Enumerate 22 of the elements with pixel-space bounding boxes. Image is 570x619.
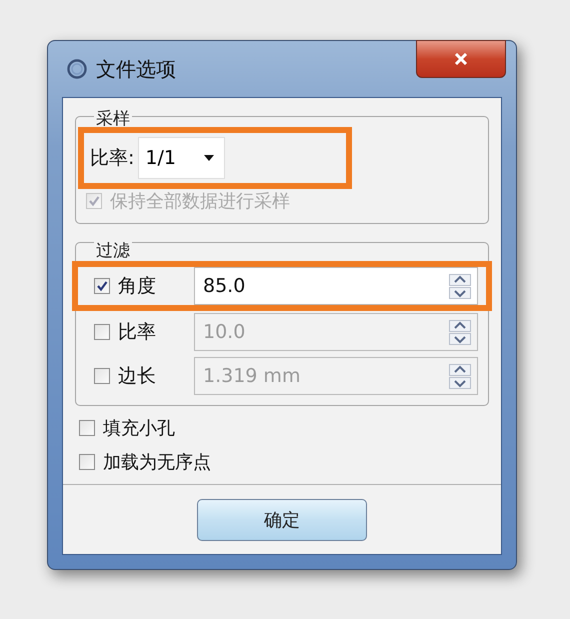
check-icon — [88, 195, 100, 207]
field-label: 比率: — [90, 146, 134, 171]
ring-icon — [66, 58, 88, 80]
group-title: 采样 — [94, 109, 132, 129]
checkbox-label: 填充小孔 — [103, 417, 175, 440]
checkbox[interactable] — [79, 420, 95, 436]
checkbox-label: 角度 — [118, 274, 157, 299]
check-icon — [96, 280, 108, 292]
ok-button[interactable]: 确定 — [197, 498, 367, 540]
ratio-dropdown[interactable]: 1/1 — [138, 137, 225, 179]
checkbox[interactable] — [94, 278, 110, 294]
group-title: 过滤 — [94, 241, 132, 261]
caret-icon — [204, 155, 214, 161]
checkbox-label: 保持全部数据进行采样 — [110, 190, 290, 213]
close-icon — [454, 53, 468, 65]
close-button[interactable] — [416, 40, 506, 78]
checkbox-label: 加载为无序点 — [103, 451, 211, 474]
checkbox[interactable] — [79, 454, 95, 470]
spin-field[interactable]: 85.0 — [194, 267, 478, 305]
checkbox-label: 比率 — [118, 320, 157, 345]
checkbox-label: 边长 — [118, 364, 157, 389]
window-title: 文件选项 — [96, 56, 176, 82]
